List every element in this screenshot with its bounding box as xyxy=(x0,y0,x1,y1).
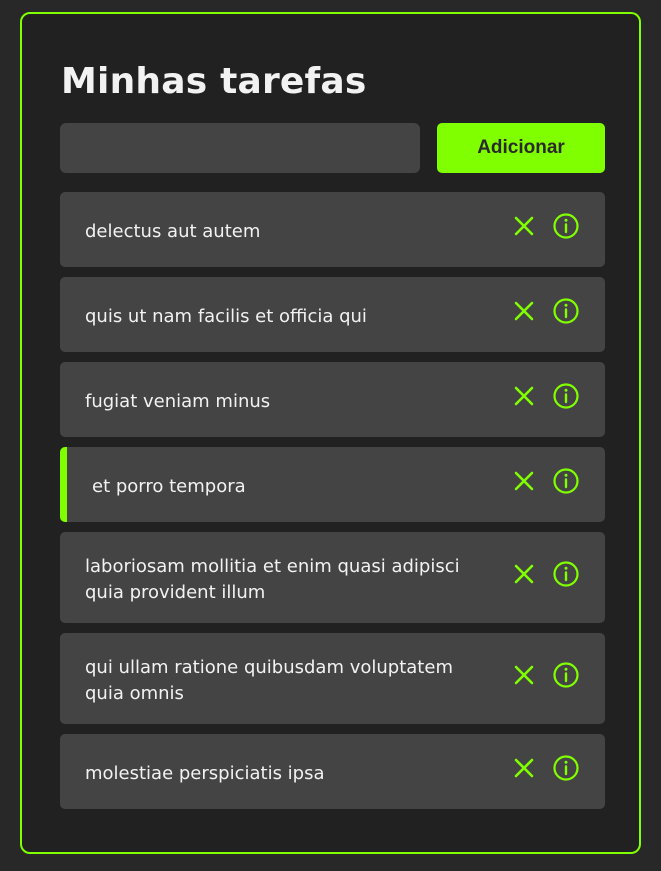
task-actions xyxy=(510,382,580,410)
task-title: delectus aut autem xyxy=(85,220,261,242)
task-actions xyxy=(510,661,580,689)
task-actions xyxy=(510,297,580,325)
task-title: laboriosam mollitia et enim quasi adipis… xyxy=(85,555,460,603)
close-icon[interactable] xyxy=(510,467,538,495)
task-title: qui ullam ratione quibusdam voluptatem q… xyxy=(85,656,453,704)
info-icon[interactable] xyxy=(552,297,580,325)
task-title: fugiat veniam minus xyxy=(85,390,271,412)
task-actions xyxy=(510,467,580,495)
add-task-button[interactable]: Adicionar xyxy=(437,123,605,173)
info-icon[interactable] xyxy=(552,212,580,240)
new-task-input[interactable] xyxy=(60,123,420,173)
task-item[interactable]: quis ut nam facilis et officia qui xyxy=(60,277,605,352)
close-icon[interactable] xyxy=(510,212,538,240)
task-title: et porro tempora xyxy=(92,475,246,497)
close-icon[interactable] xyxy=(510,382,538,410)
task-title: quis ut nam facilis et officia qui xyxy=(85,305,367,327)
close-icon[interactable] xyxy=(510,560,538,588)
task-title: molestiae perspiciatis ipsa xyxy=(85,762,325,784)
task-actions xyxy=(510,560,580,588)
task-item[interactable]: laboriosam mollitia et enim quasi adipis… xyxy=(60,532,605,623)
info-icon[interactable] xyxy=(552,467,580,495)
task-item[interactable]: delectus aut autem xyxy=(60,192,605,267)
task-actions xyxy=(510,754,580,782)
task-actions xyxy=(510,212,580,240)
close-icon[interactable] xyxy=(510,297,538,325)
task-list: delectus aut autem quis ut nam facilis et… xyxy=(60,192,605,819)
info-icon[interactable] xyxy=(552,754,580,782)
close-icon[interactable] xyxy=(510,661,538,689)
task-item[interactable]: molestiae perspiciatis ipsa xyxy=(60,734,605,809)
task-item[interactable]: fugiat veniam minus xyxy=(60,362,605,437)
task-item[interactable]: qui ullam ratione quibusdam voluptatem q… xyxy=(60,633,605,724)
info-icon[interactable] xyxy=(552,560,580,588)
task-item[interactable]: et porro tempora xyxy=(60,447,605,522)
close-icon[interactable] xyxy=(510,754,538,782)
info-icon[interactable] xyxy=(552,382,580,410)
tasks-panel: Minhas tarefas Adicionar delectus aut au… xyxy=(20,12,641,854)
page-title: Minhas tarefas xyxy=(61,61,367,102)
info-icon[interactable] xyxy=(552,661,580,689)
